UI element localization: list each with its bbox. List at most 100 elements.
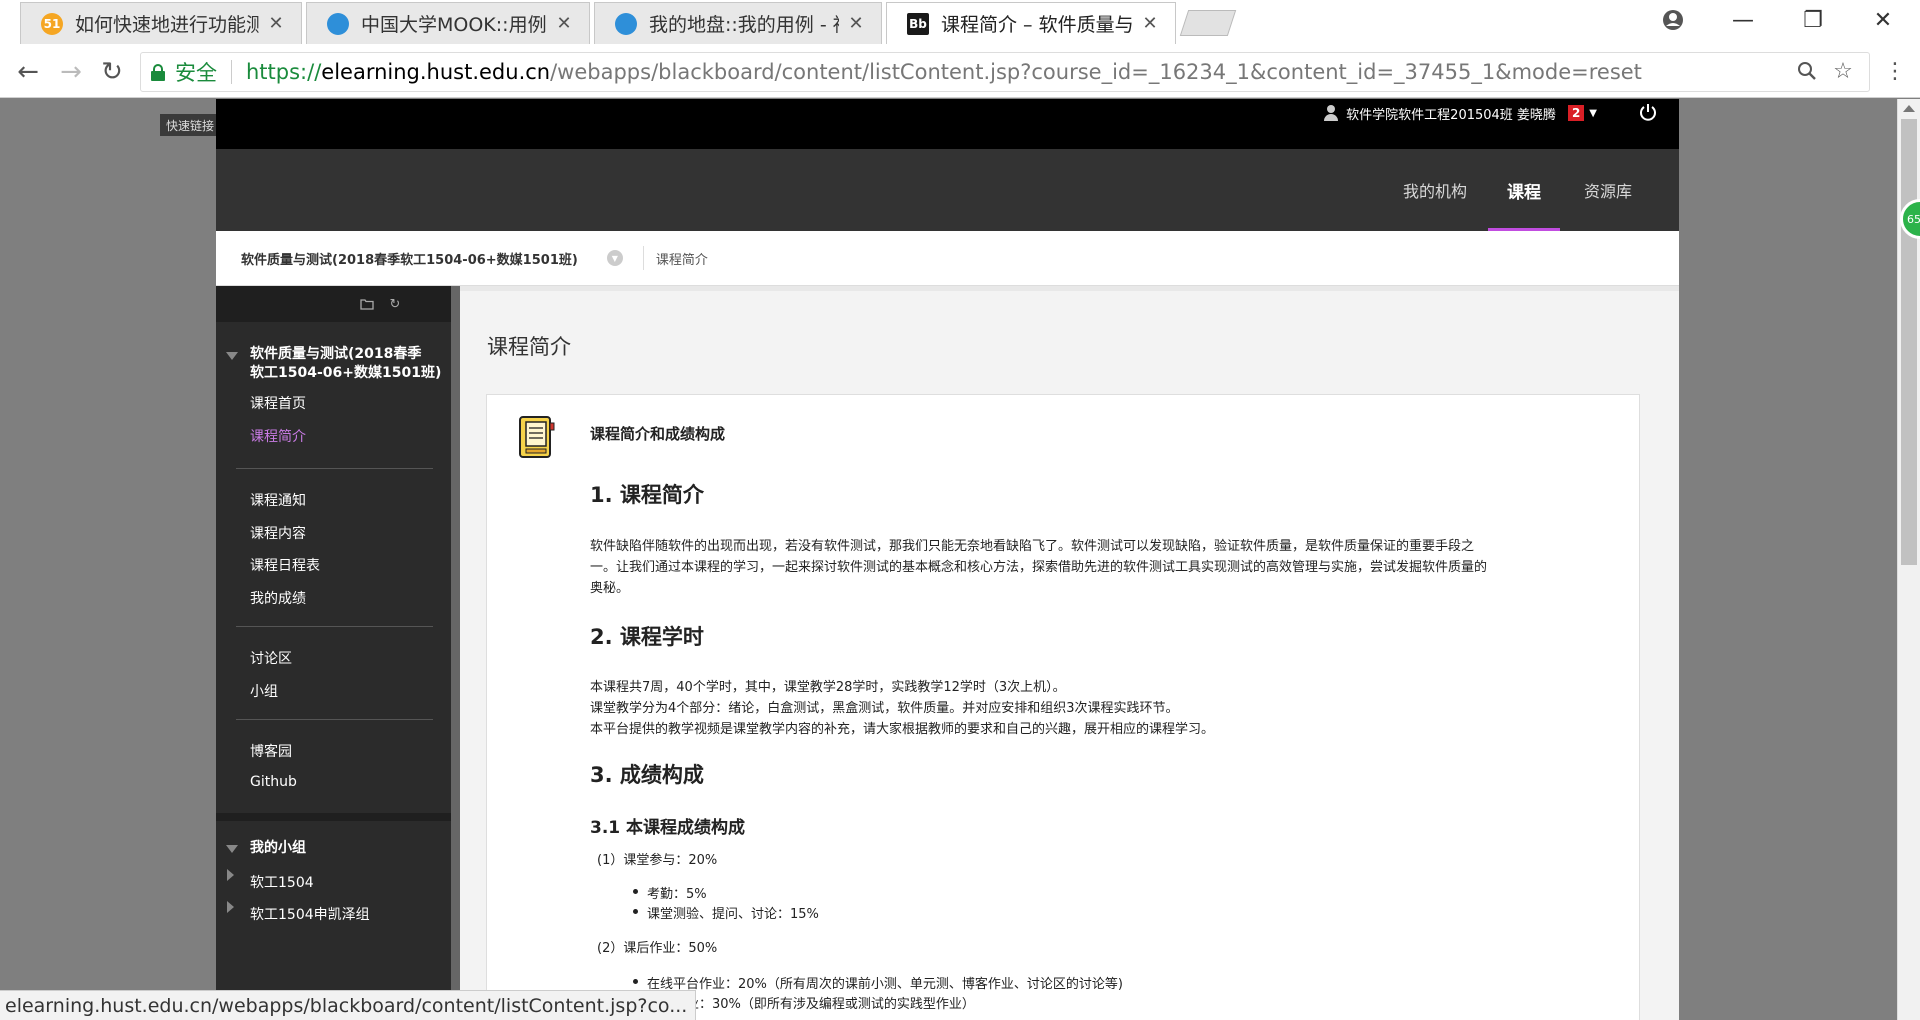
nav-tab-content-collection[interactable]: 资源库 xyxy=(1574,149,1642,231)
breadcrumb-current-page: 课程简介 xyxy=(655,252,708,268)
sidebar-section-gap xyxy=(216,813,451,821)
url-path: /webapps/blackboard/content/listContent.… xyxy=(550,60,1642,84)
folder-view-icon[interactable] xyxy=(359,296,375,312)
tab-close-icon[interactable]: ✕ xyxy=(845,13,867,35)
back-icon[interactable]: ← xyxy=(12,56,44,88)
content-item: 课程简介和成绩构成 1. 课程简介 软件缺陷伴随软件的出现而出现，若没有软件测试… xyxy=(486,394,1640,1020)
scrollbar-thumb[interactable] xyxy=(1901,119,1917,565)
browser-tab[interactable]: 中国大学MOOK::用例 - 禅 ✕ xyxy=(306,2,590,44)
nav-tab-courses[interactable]: 课程 xyxy=(1488,149,1560,231)
sidebar-divider xyxy=(236,468,433,469)
section-paragraph: 本课程共7周，40个学时，其中，课堂教学28学时，实践教学12学时（3次上机）。… xyxy=(590,677,1614,740)
bookmark-star-icon[interactable]: ☆ xyxy=(1828,56,1858,86)
notification-badge[interactable]: 2 xyxy=(1567,105,1585,121)
main-nav: 我的机构 课程 资源库 xyxy=(216,149,1679,231)
sidebar-item-course-content[interactable]: 课程内容 xyxy=(250,523,306,543)
paragraph-line: 本课程共7周，40个学时，其中，课堂教学28学时，实践教学12学时（3次上机）。 xyxy=(590,680,1066,695)
sidebar-divider xyxy=(236,719,433,720)
content-item-title[interactable]: 课程简介和成绩构成 xyxy=(590,423,725,444)
tab-close-icon[interactable]: ✕ xyxy=(553,13,575,35)
section-heading: 3. 成绩构成 xyxy=(590,763,704,787)
subsection-heading: 3.1 本课程成绩构成 xyxy=(590,818,746,838)
blackboard-page: 软件学院软件工程201504班 姜晓腾 2 ▼ 我的机构 课程 资源库 软件质量… xyxy=(216,99,1679,1020)
sidebar-divider xyxy=(236,626,433,627)
tab-favicon-icon xyxy=(615,12,637,35)
breadcrumb-divider xyxy=(642,246,644,270)
my-groups-title[interactable]: 我的小组 xyxy=(250,839,306,858)
expand-triangle-icon[interactable] xyxy=(227,901,234,913)
user-name: 软件学院软件工程201504班 姜晓腾 xyxy=(1346,107,1556,123)
section-paragraph: 软件缺陷伴随软件的出现而出现，若没有软件测试，那我们只能无奈地看缺陷飞了。软件测… xyxy=(590,536,1614,599)
expand-triangle-icon[interactable] xyxy=(227,869,234,881)
profile-icon[interactable] xyxy=(1645,0,1701,40)
sidebar-item-course-intro[interactable]: 课程简介 xyxy=(250,426,306,446)
notebook-icon xyxy=(517,415,555,459)
tab-close-icon[interactable]: ✕ xyxy=(265,13,287,35)
new-tab-button[interactable] xyxy=(1179,10,1237,36)
sidebar-group-item[interactable]: 软工1504 xyxy=(250,872,314,892)
logout-power-icon[interactable] xyxy=(1635,99,1661,125)
lock-icon xyxy=(151,64,165,81)
breadcrumb: 软件质量与测试(2018春季软工1504-06+数媒1501班) ▼ 课程简介 xyxy=(216,231,1679,286)
nav-tab-institution[interactable]: 我的机构 xyxy=(1398,149,1472,231)
tab-title: 我的地盘::我的用例 - 禅道 xyxy=(649,14,839,36)
browser-tabstrip: 51 如何快速地进行功能测试 ✕ 中国大学MOOK::用例 - 禅 ✕ 我的地盘… xyxy=(0,0,1920,46)
list-item: 考勤：5% xyxy=(633,883,707,902)
list-item: (1）课堂参与：20% xyxy=(597,853,718,868)
browser-toolbar: ← → ↻ 安全 https:// elearning.hust.edu.cn … xyxy=(0,46,1920,98)
user-menu[interactable]: 软件学院软件工程201504班 姜晓腾 2 ▼ xyxy=(1324,100,1597,126)
course-menu-title[interactable]: 软件质量与测试(2018春季 软工1504-06+数媒1501班) xyxy=(250,345,441,383)
course-menu-toolbar: ↻ xyxy=(216,286,451,322)
tab-favicon-icon: Bb xyxy=(907,12,929,35)
sidebar-item-github[interactable]: Github xyxy=(250,774,297,790)
window-close-icon[interactable]: ✕ xyxy=(1855,0,1911,40)
sidebar-group-item[interactable]: 软工1504申凯泽组 xyxy=(250,904,370,924)
quick-links-label: 快速链接 xyxy=(166,118,215,133)
sidebar-item-blog[interactable]: 博客园 xyxy=(250,741,292,761)
security-label: 安全 xyxy=(175,61,217,85)
zoom-icon[interactable] xyxy=(1792,56,1822,86)
course-menu-title-line: 软件质量与测试(2018春季 xyxy=(250,346,422,362)
content-area: 课程简介 课程简介和成绩构成 1. 课程简介 软件缺陷伴随软件的出现而出现，若没… xyxy=(460,286,1679,1020)
list-item: 课堂测验、提问、讨论：15% xyxy=(633,903,819,922)
paragraph-line: 奥秘。 xyxy=(590,581,630,596)
refresh-icon[interactable]: ↻ xyxy=(387,296,403,312)
collapse-triangle-icon[interactable] xyxy=(226,845,238,853)
browser-tab-active[interactable]: Bb 课程简介 – 软件质量与测 ✕ xyxy=(886,2,1176,44)
tab-title: 课程简介 – 软件质量与测 xyxy=(941,14,1133,36)
collapse-triangle-icon[interactable] xyxy=(226,352,238,360)
tab-title: 如何快速地进行功能测试 xyxy=(75,14,259,36)
sidebar-item-groups[interactable]: 小组 xyxy=(250,681,278,701)
menu-icon[interactable]: ⋮ xyxy=(1880,56,1910,86)
paragraph-line: 课堂教学分为4个部分：绪论，白盒测试，黑盒测试，软件质量。并对应安排和组织3次课… xyxy=(590,701,1179,716)
url-host: elearning.hust.edu.cn xyxy=(321,60,551,84)
address-bar[interactable]: 安全 https:// elearning.hust.edu.cn /webap… xyxy=(140,52,1870,92)
link-status-bar: elearning.hust.edu.cn/webapps/blackboard… xyxy=(0,990,697,1020)
scroll-up-icon[interactable] xyxy=(1903,105,1915,112)
browser-tab[interactable]: 51 如何快速地进行功能测试 ✕ xyxy=(20,2,302,44)
sidebar-item-my-grades[interactable]: 我的成绩 xyxy=(250,588,306,608)
minimize-icon[interactable]: — xyxy=(1715,0,1771,40)
tab-close-icon[interactable]: ✕ xyxy=(1139,13,1161,35)
browser-tab[interactable]: 我的地盘::我的用例 - 禅道 ✕ xyxy=(594,2,882,44)
breadcrumb-course[interactable]: 软件质量与测试(2018春季软工1504-06+数媒1501班) xyxy=(241,249,578,268)
paragraph-line: 本平台提供的教学视频是课堂教学内容的补充，请大家根据教师的要求和自己的兴趣，展开… xyxy=(590,722,1215,737)
sidebar-resize-handle[interactable] xyxy=(451,286,460,1020)
tab-favicon-icon: 51 xyxy=(41,12,63,35)
caret-down-icon[interactable]: ▼ xyxy=(1589,108,1597,119)
forward-icon[interactable]: → xyxy=(55,56,87,88)
page-viewport: 快速链接 🔗 软件学院软件工程201504班 姜晓腾 2 ▼ 我的机构 课程 资… xyxy=(0,99,1920,1020)
section-heading: 1. 课程简介 xyxy=(590,483,704,507)
paragraph-line: 软件缺陷伴随软件的出现而出现，若没有软件测试，那我们只能无奈地看缺陷飞了。软件测… xyxy=(590,539,1475,554)
restore-icon[interactable]: ❐ xyxy=(1785,0,1841,40)
top-bar: 软件学院软件工程201504班 姜晓腾 2 ▼ xyxy=(216,99,1679,149)
sidebar-item-calendar[interactable]: 课程日程表 xyxy=(250,555,320,575)
sidebar-item-announcements[interactable]: 课程通知 xyxy=(250,490,306,510)
reload-icon[interactable]: ↻ xyxy=(96,56,128,88)
paragraph-line: 一。让我们通过本课程的学习，一起来探讨软件测试的基本概念和核心方法，探索借助先进… xyxy=(590,560,1488,575)
tab-favicon-icon xyxy=(327,12,349,35)
address-divider xyxy=(231,60,232,84)
sidebar-item-discussion[interactable]: 讨论区 xyxy=(250,648,292,668)
sidebar-item-course-home[interactable]: 课程首页 xyxy=(250,393,306,413)
chevron-down-icon[interactable]: ▼ xyxy=(606,250,623,266)
